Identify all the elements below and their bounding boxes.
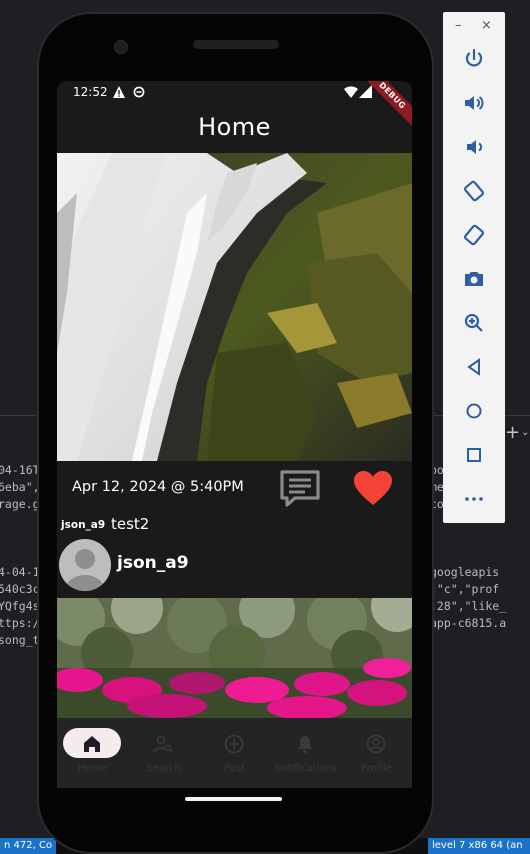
nav-label: Post [224,763,245,774]
home-circle-icon[interactable] [462,399,486,423]
nav-home[interactable]: Home [57,718,128,788]
earpiece-speaker [193,40,279,49]
gesture-home-bar[interactable] [185,797,282,801]
sync-icon [133,86,145,98]
bell-icon [298,736,312,754]
log-line: 04-16T [0,463,40,477]
status-bar: 12:52 DEBUG [57,81,412,128]
caption-text: test2 [111,515,150,533]
home-icon [84,736,100,752]
search-user-icon [153,735,174,754]
warning-icon [113,86,125,98]
post-date: Apr 12, 2024 @ 5:40PM [72,479,244,495]
nav-label: Home [77,763,108,774]
power-icon[interactable] [462,47,486,71]
avatar[interactable] [59,539,111,591]
status-position[interactable]: n 472, Co [0,838,57,854]
back-icon[interactable] [462,355,486,379]
zoom-icon[interactable] [462,311,486,335]
minimize-button[interactable]: – [455,18,462,33]
chevron-down-icon[interactable]: ⌄ [521,427,529,438]
log-line: ttps:/ [0,616,40,630]
caption-username[interactable]: json_a9 [61,519,105,531]
front-camera [114,40,128,54]
author-name[interactable]: json_a9 [117,553,189,573]
log-line: 6eba", [0,480,40,494]
camera-icon[interactable] [462,267,486,291]
bottom-navigation: Home Search Post Notifications Profile [57,718,412,788]
profile-icon [366,734,386,754]
nav-label: Notifications [274,763,337,774]
nav-profile[interactable]: Profile [341,718,412,788]
signal-icon [359,85,372,98]
rotate-right-icon[interactable] [462,223,486,247]
nav-label: Profile [360,763,393,774]
nav-post[interactable]: Post [199,718,270,788]
add-tab-button[interactable]: + [505,424,520,442]
log-line: song_t [0,633,40,647]
log-line: rage.g [0,497,40,511]
log-line: app-c6815.a [430,616,507,630]
log-line: 540c3c [0,582,40,596]
emulator-toolbar: – × [443,12,505,523]
log-line: googleapis [430,565,500,579]
add-circle-icon [224,734,244,754]
heart-icon[interactable] [353,470,393,506]
log-line: :"c","prof [430,582,500,596]
close-button[interactable]: × [481,18,492,33]
comment-icon[interactable] [279,469,321,509]
log-line: 4-04-1 [0,565,40,579]
log-line: YQfg4s [0,599,40,613]
next-post-header[interactable]: json_a9 [57,539,412,595]
app-screen: 12:52 DEBUG Home Apr 12, 2024 @ 5:40PM j… [57,81,412,788]
page-title: Home [198,113,271,141]
nav-search[interactable]: Search [128,718,199,788]
overview-icon[interactable] [462,443,486,467]
post-image[interactable] [57,153,412,461]
more-icon[interactable] [462,487,486,511]
post-image[interactable] [57,598,412,718]
status-device[interactable]: level 7 x86 64 (an [428,838,530,854]
nav-label: Search [146,763,181,774]
volume-up-icon[interactable] [462,91,486,115]
volume-down-icon[interactable] [462,135,486,159]
rotate-left-icon[interactable] [462,179,486,203]
post-meta-row: Apr 12, 2024 @ 5:40PM [57,461,412,517]
toolbar-window-controls: – × [443,18,505,34]
status-time: 12:52 [73,85,108,99]
nav-notifications[interactable]: Notifications [270,718,341,788]
log-line: :28","like_ [430,599,507,613]
wifi-icon [344,86,358,98]
